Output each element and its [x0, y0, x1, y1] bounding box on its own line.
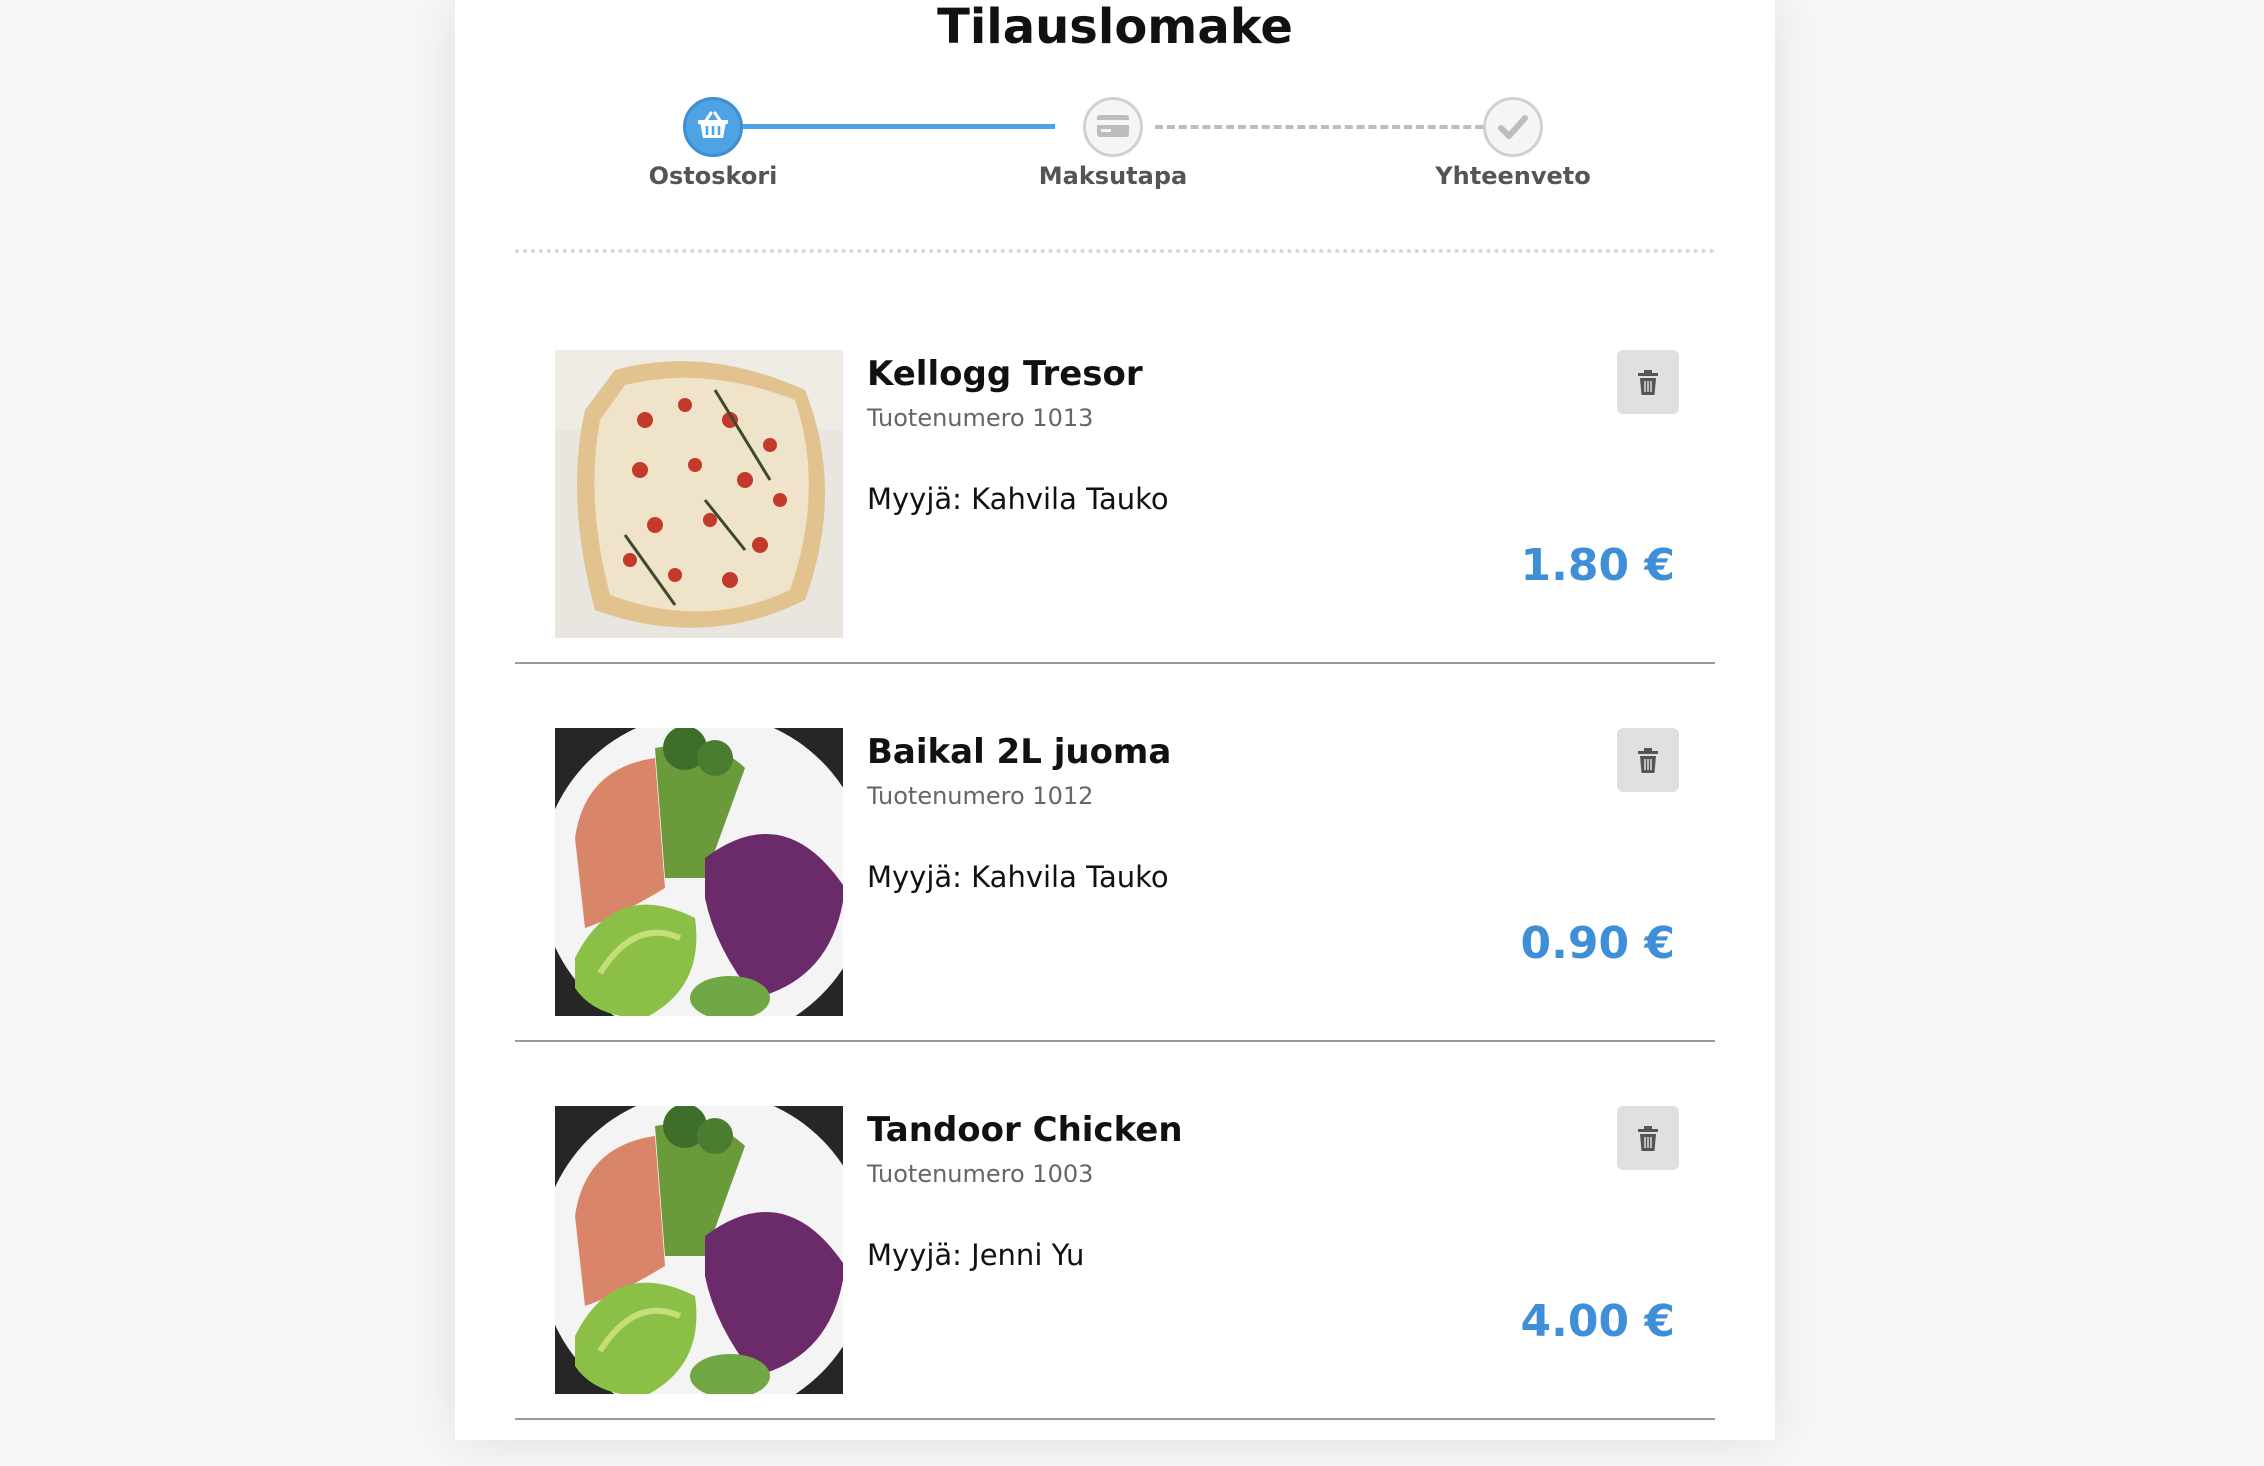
page-title: Tilauslomake — [937, 0, 1293, 55]
product-seller: Myyjä: Jenni Yu — [867, 1238, 1085, 1272]
product-image — [555, 728, 843, 1016]
section-divider — [515, 249, 1715, 253]
stepper-progress-line — [715, 124, 1055, 129]
product-seller: Myyjä: Kahvila Tauko — [867, 482, 1169, 516]
trash-icon — [1638, 370, 1658, 395]
delete-item-button[interactable] — [1617, 350, 1679, 414]
product-number: Tuotenumero 1013 — [867, 404, 1094, 432]
product-image — [555, 1106, 843, 1394]
order-form-card: Tilauslomake Ostoskori Maksutapa Yhteenv… — [455, 0, 1775, 1440]
cart-item: Baikal 2L juoma Tuotenumero 1012 Myyjä: … — [515, 728, 1715, 1088]
product-price: 4.00 € — [1520, 1296, 1676, 1347]
step-cart-label: Ostoskori — [648, 162, 778, 190]
product-name: Baikal 2L juoma — [867, 732, 1172, 772]
item-divider — [515, 662, 1715, 664]
delete-item-button[interactable] — [1617, 1106, 1679, 1170]
trash-icon — [1638, 1126, 1658, 1151]
item-divider — [515, 1418, 1715, 1420]
step-cart[interactable] — [683, 97, 743, 157]
product-number: Tuotenumero 1012 — [867, 782, 1094, 810]
step-payment-label: Maksutapa — [1038, 162, 1188, 190]
credit-card-icon — [1097, 115, 1129, 137]
step-payment[interactable] — [1083, 97, 1143, 157]
product-price: 1.80 € — [1520, 540, 1676, 591]
product-name: Tandoor Chicken — [867, 1110, 1183, 1150]
stepper-pending-line — [1155, 125, 1495, 129]
item-divider — [515, 1040, 1715, 1042]
trash-icon — [1638, 748, 1658, 773]
step-summary-label: Yhteenveto — [1435, 162, 1591, 190]
cart-item: Tandoor Chicken Tuotenumero 1003 Myyjä: … — [515, 1106, 1715, 1466]
product-image — [555, 350, 843, 638]
cart-item: Kellogg Tresor Tuotenumero 1013 Myyjä: K… — [515, 350, 1715, 710]
checkmark-icon — [1498, 115, 1528, 139]
basket-icon — [698, 111, 728, 138]
delete-item-button[interactable] — [1617, 728, 1679, 792]
product-price: 0.90 € — [1520, 918, 1676, 969]
product-number: Tuotenumero 1003 — [867, 1160, 1094, 1188]
product-name: Kellogg Tresor — [867, 354, 1143, 394]
product-seller: Myyjä: Kahvila Tauko — [867, 860, 1169, 894]
step-summary[interactable] — [1483, 97, 1543, 157]
